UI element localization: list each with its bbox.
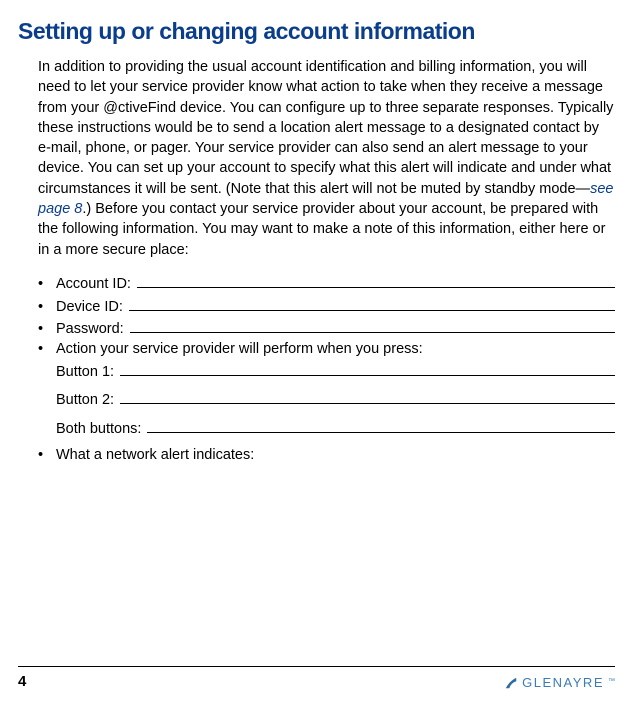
bullet-char: • [38,321,56,337]
password-label: Password: [56,321,124,337]
device-id-label: Device ID: [56,299,123,315]
bullet-char: • [38,341,56,357]
brand-area: GLENAYRE ™ [504,675,615,690]
bullet-char: • [38,276,56,292]
account-id-blank[interactable] [137,274,615,289]
button-1-label: Button 1: [56,364,114,380]
paragraph-text-2: .) Before you contact your service provi… [38,201,605,258]
bullet-char: • [38,299,56,315]
bullet-action: • Action your service provider will perf… [38,341,615,357]
device-id-blank[interactable] [129,296,615,311]
both-buttons-row: Both buttons: [56,418,615,437]
both-buttons-blank[interactable] [147,418,615,433]
action-label: Action your service provider will perfor… [56,341,423,357]
button-2-label: Button 2: [56,392,114,408]
bullet-device-id: • Device ID: [38,296,615,315]
password-blank[interactable] [130,319,615,334]
trademark-symbol: ™ [608,678,615,685]
bullet-network-alert: • What a network alert indicates: [38,447,615,463]
checklist: • Account ID: • Device ID: • Password: •… [38,274,615,463]
button-1-row: Button 1: [56,361,615,380]
paragraph-text-1: In addition to providing the usual accou… [38,59,613,197]
both-buttons-label: Both buttons: [56,421,141,437]
page-footer: 4 GLENAYRE ™ [18,666,615,690]
bullet-account-id: • Account ID: [38,274,615,293]
glenayre-logo-icon [504,676,518,690]
bullet-char: • [38,447,56,463]
page-number: 4 [18,673,26,690]
brand-name: GLENAYRE [522,675,604,690]
button-2-blank[interactable] [120,390,615,405]
button-2-row: Button 2: [56,390,615,409]
section-heading: Setting up or changing account informati… [18,18,615,45]
button-1-blank[interactable] [120,361,615,376]
bullet-password: • Password: [38,319,615,338]
network-alert-label: What a network alert indicates: [56,447,254,463]
account-id-label: Account ID: [56,276,131,292]
intro-paragraph: In addition to providing the usual accou… [38,57,615,260]
